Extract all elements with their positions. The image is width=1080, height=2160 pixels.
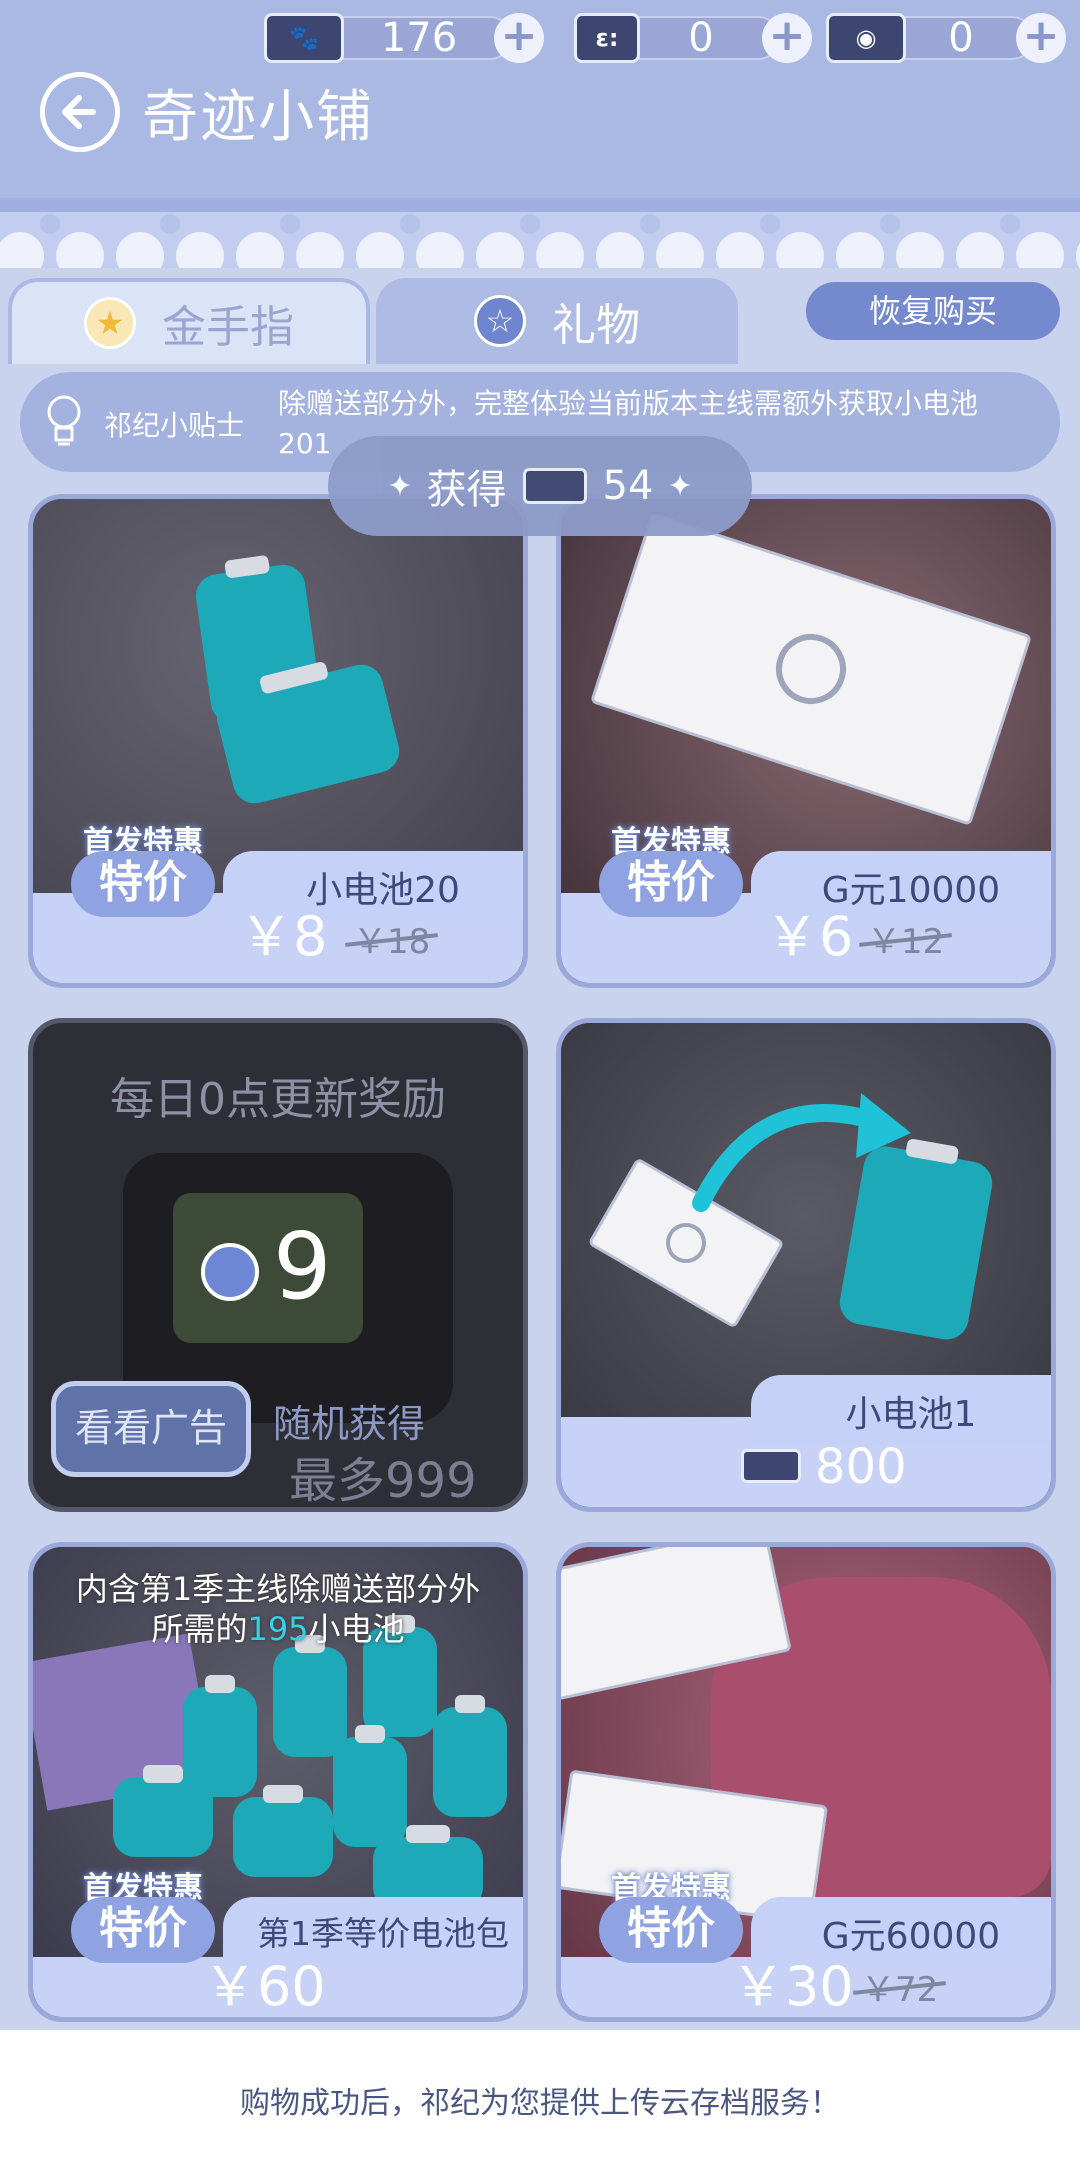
add-currency-button[interactable]: +	[1016, 13, 1066, 63]
original-price: ￥12	[867, 914, 944, 963]
footer: 购物成功后，祁纪为您提供上传云存档服务！	[0, 2030, 1080, 2160]
currency-value: 0	[688, 15, 714, 61]
currency-value: 176	[380, 15, 458, 61]
gain-label: 获得	[426, 467, 507, 513]
ad-title: 每日0点更新奖励	[110, 1074, 446, 1125]
tab-label: 礼物	[552, 300, 640, 351]
sparkle-icon: ✦	[667, 468, 693, 504]
random-reward-label: 随机获得	[273, 1402, 426, 1446]
product-card-gold-60000[interactable]: G元60000 首发特惠 特价 ￥30 ￥72	[556, 1542, 1056, 2022]
paw-bill-icon	[589, 512, 1033, 826]
special-offer-badge: 首发特惠 特价	[591, 1863, 751, 1963]
add-currency-button[interactable]: +	[762, 13, 812, 63]
battery-ticket-icon: ε:	[574, 13, 640, 63]
ad-reward-card: 每日0点更新奖励 9 看看广告 随机获得 最多999	[28, 1018, 528, 1512]
currency-battery: ε: 0 +	[574, 10, 812, 66]
cash-icon: ◉	[826, 13, 906, 63]
arrow-left-icon	[62, 95, 96, 129]
tab-cheats[interactable]: ★ 金手指	[8, 278, 370, 364]
watch-ad-button[interactable]: 看看广告	[51, 1381, 251, 1477]
countdown: 9	[273, 1213, 332, 1320]
max-reward-label: 最多999	[289, 1453, 477, 1509]
price: 800	[815, 1439, 907, 1495]
page-title: 奇迹小铺	[142, 85, 374, 150]
clock-icon	[201, 1243, 259, 1301]
gain-popup: ✦ 获得 54 ✦	[328, 436, 752, 536]
currency-cash: ◉ 0 +	[826, 10, 1066, 66]
paw-bill-icon	[741, 1449, 801, 1483]
special-offer-badge: 首发特惠 特价	[63, 1863, 223, 1963]
battery-icon	[433, 1695, 507, 1817]
star-icon: ★	[84, 297, 136, 349]
original-price: ￥18	[353, 914, 430, 963]
product-card-battery-20[interactable]: 小电池20 首发特惠 特价 ￥8 ￥18	[28, 494, 528, 988]
price: ￥8	[239, 905, 328, 968]
back-button[interactable]	[40, 72, 120, 152]
product-card-gold-10000[interactable]: G元10000 首发特惠 特价 ￥6 ￥12	[556, 494, 1056, 988]
tab-gifts[interactable]: ☆ 礼物	[376, 278, 738, 364]
battery-icon	[113, 1765, 213, 1857]
lightbulb-icon	[47, 395, 81, 446]
paw-bill-icon	[522, 468, 587, 504]
restore-purchase-button[interactable]: 恢复购买	[806, 282, 1060, 340]
header: 🐾 176 + ε: 0 + ◉ 0 + 奇迹小铺	[0, 0, 1080, 200]
tab-label: 金手指	[162, 302, 294, 353]
product-name: 小电池1	[845, 1394, 977, 1435]
footer-text: 购物成功后，祁纪为您提供上传云存档服务！	[240, 2086, 840, 2121]
battery-icon	[333, 1725, 407, 1847]
sparkle-icon: ✦	[387, 468, 413, 504]
add-currency-button[interactable]: +	[494, 13, 544, 63]
battery-icon	[233, 1785, 333, 1877]
original-price: ￥72	[861, 1962, 938, 2011]
lace-divider	[0, 198, 1080, 268]
gain-value: 54	[602, 463, 654, 509]
star-outline-icon: ☆	[474, 295, 526, 347]
tips-label: 祁纪小贴士	[104, 409, 245, 442]
currency-value: 0	[948, 15, 974, 61]
product-card-battery-1[interactable]: 小电池1 800	[556, 1018, 1056, 1512]
pack-caption: 内含第1季主线除赠送部分外 所需的195小电池	[75, 1570, 481, 1648]
price: ￥30	[731, 1955, 854, 2018]
special-offer-badge: 首发特惠 特价	[63, 817, 223, 917]
price: ￥6	[765, 905, 854, 968]
paw-bill-icon: 🐾	[264, 13, 344, 63]
price: ￥60	[203, 1955, 326, 2018]
battery-icon	[273, 1635, 347, 1757]
currency-paw: 🐾 176 +	[264, 10, 544, 66]
special-offer-badge: 首发特惠 特价	[591, 817, 751, 917]
product-card-season1-pack[interactable]: 内含第1季主线除赠送部分外 所需的195小电池 第1季等价电池包 首发特惠 特价…	[28, 1542, 528, 2022]
